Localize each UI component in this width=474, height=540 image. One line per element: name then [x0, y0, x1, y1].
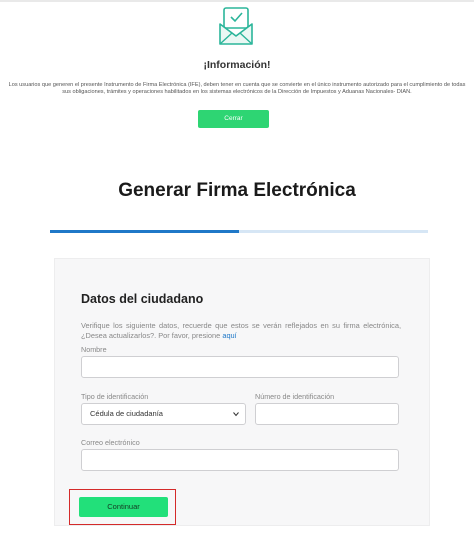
id-number-label: Número de identificación [255, 392, 335, 401]
id-type-value: Cédula de ciudadanía [90, 409, 163, 418]
citizen-data-card: Datos del ciudadano Verifique los siguie… [54, 258, 430, 526]
id-type-label: Tipo de identificación [81, 392, 149, 401]
id-number-input[interactable] [255, 403, 399, 425]
continue-highlight: Continuar [69, 489, 176, 525]
page-title: Generar Firma Electrónica [118, 180, 356, 201]
name-input[interactable] [81, 356, 399, 378]
email-input[interactable] [81, 449, 399, 471]
continue-button[interactable]: Continuar [79, 497, 168, 517]
id-type-select[interactable]: Cédula de ciudadanía [81, 403, 246, 425]
update-data-link[interactable]: aquí [222, 331, 236, 340]
close-button[interactable]: Cerrar [198, 110, 269, 128]
section-title: Datos del ciudadano [81, 292, 204, 306]
description-text: Verifique los siguiente datos, recuerde … [81, 321, 401, 340]
top-divider [0, 0, 474, 2]
section-description: Verifique los siguiente datos, recuerde … [81, 321, 401, 341]
envelope-check-icon [219, 7, 253, 45]
notice-title: ¡Información! [203, 59, 271, 71]
email-label: Correo electrónico [81, 438, 140, 447]
progress-bar [50, 230, 428, 233]
notice-text: Los usuarios que generen el presente Ins… [8, 82, 466, 95]
name-label: Nombre [81, 345, 107, 354]
progress-fill [50, 230, 239, 233]
chevron-down-icon [233, 412, 239, 417]
